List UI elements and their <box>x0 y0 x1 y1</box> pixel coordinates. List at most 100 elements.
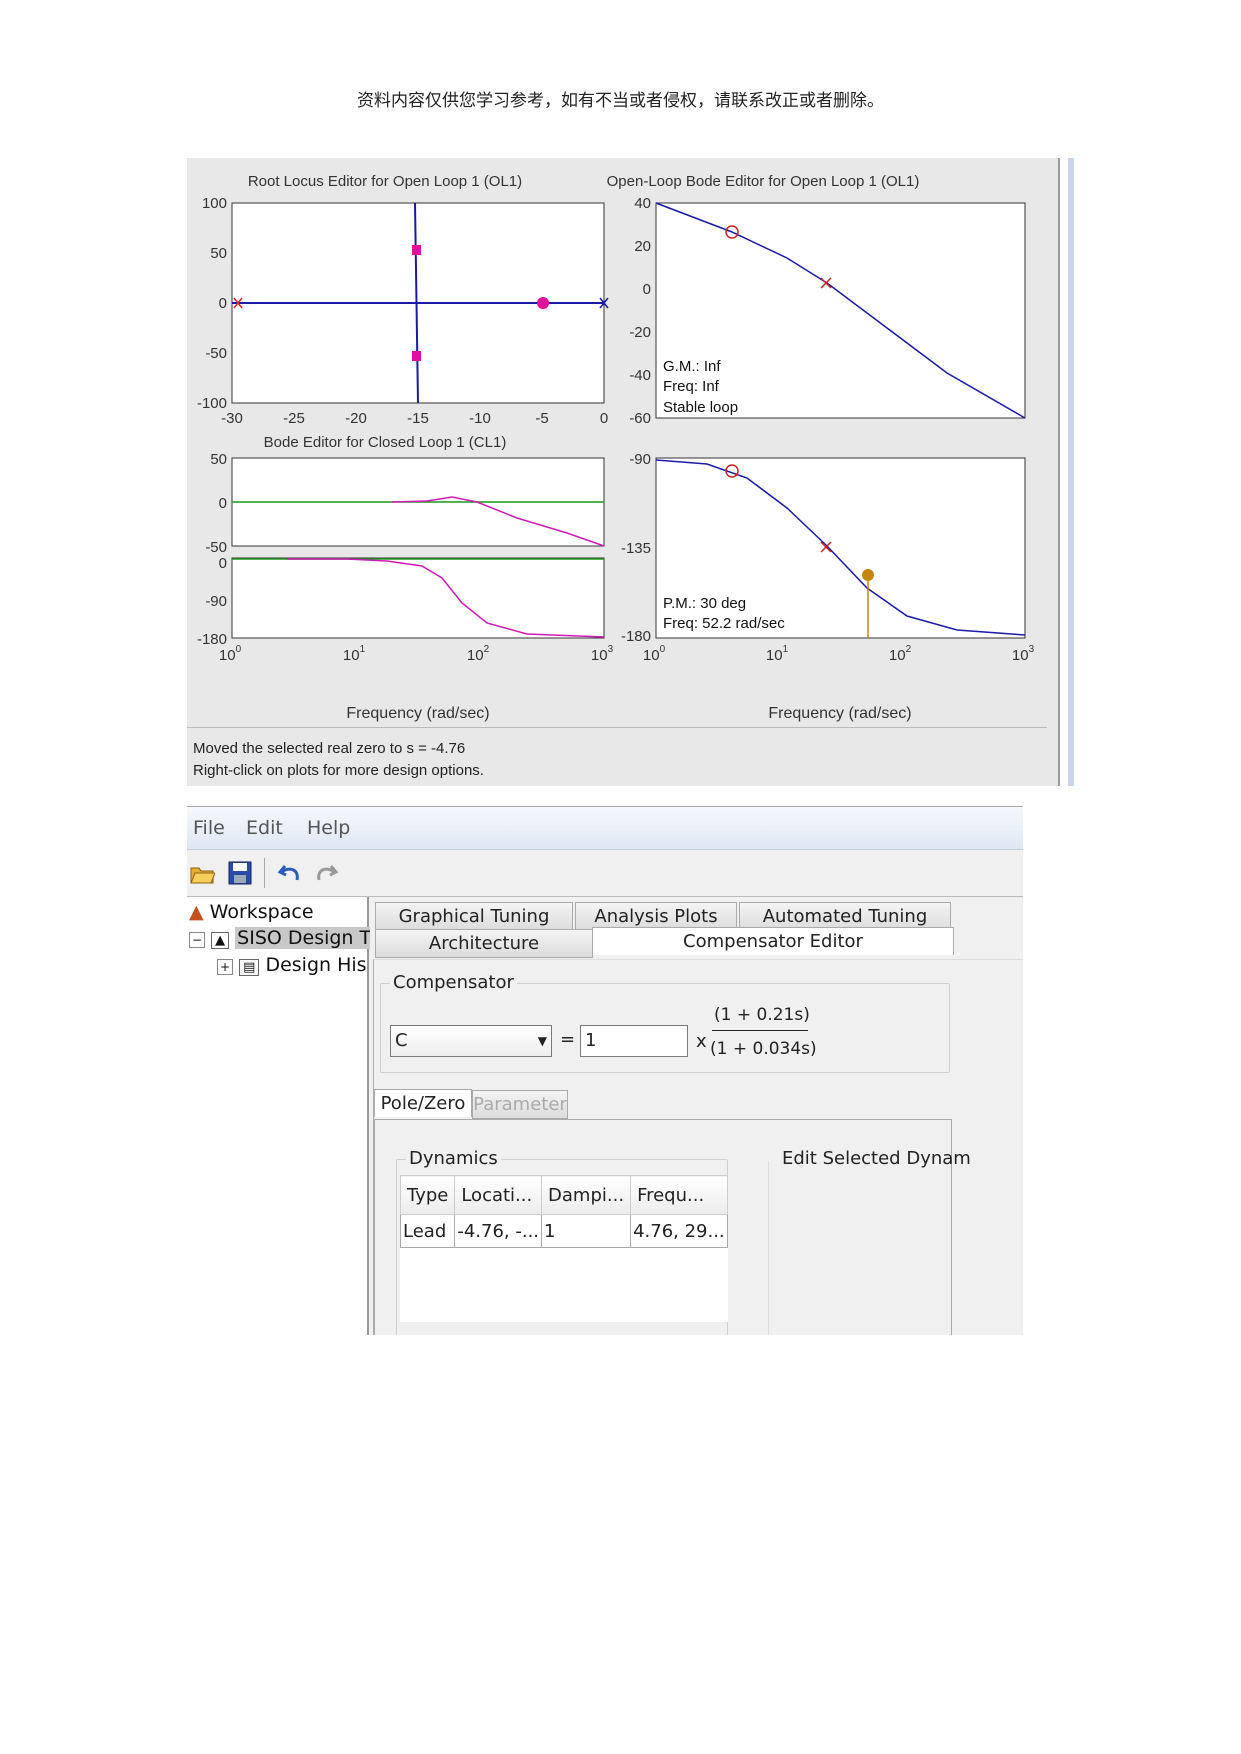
svg-text:-135: -135 <box>621 540 651 557</box>
stability-text: Stable loop <box>663 399 738 416</box>
menu-file[interactable]: File <box>193 817 225 839</box>
col-type[interactable]: Type <box>399 1175 456 1215</box>
main-panel: Graphical Tuning Analysis Plots Automate… <box>370 897 1023 1335</box>
save-icon[interactable] <box>227 860 253 886</box>
svg-text:-25: -25 <box>283 410 305 427</box>
tab-graphical-tuning[interactable]: Graphical Tuning <box>375 902 573 931</box>
cl-pole-lower <box>412 351 421 361</box>
pm-text: P.M.: 30 deg <box>663 595 746 612</box>
cl-freq-ticks: 100 101 102 103 <box>219 644 614 664</box>
svg-text:100: 100 <box>202 195 227 212</box>
ol-freq-ticks: 100 101 102 103 <box>643 644 1035 664</box>
menu-bar: File Edit Help <box>187 807 1023 850</box>
gain-input[interactable]: 1 <box>580 1025 688 1057</box>
undo-icon[interactable] <box>277 860 303 886</box>
svg-text:-90: -90 <box>205 593 227 610</box>
pm-marker <box>862 569 874 581</box>
svg-text:103: 103 <box>1012 644 1035 664</box>
cl-bode-phase-axes <box>231 557 605 639</box>
ol-xlabel: Frequency (rad/sec) <box>768 705 911 722</box>
tab-compensator-editor[interactable]: Compensator Editor <box>592 927 954 955</box>
svg-text:-60: -60 <box>629 410 651 427</box>
root-locus-xticks: -30 -25 -20 -15 -10 -5 0 <box>221 410 608 427</box>
svg-text:-90: -90 <box>629 451 651 468</box>
root-locus-yticks: 100 50 0 -50 -100 <box>197 195 227 412</box>
svg-text:0: 0 <box>600 410 608 427</box>
svg-text:0: 0 <box>219 555 227 572</box>
matlab-icon: ▲ <box>189 901 204 923</box>
table-row[interactable]: Lead -4.76, -... 1 4.76, 29... <box>399 1214 728 1248</box>
figure-window-edge <box>1058 158 1076 786</box>
status-line-2: Right-click on plots for more design opt… <box>193 762 484 779</box>
tree-node-history[interactable]: + ▤ Design His <box>217 954 367 976</box>
edit-selected-dynamics-label: Edit Selected Dynam <box>782 1148 971 1169</box>
ol-bode-title: Open-Loop Bode Editor for Open Loop 1 (O… <box>607 173 920 190</box>
pm-freq: Freq: 52.2 rad/sec <box>663 615 785 632</box>
svg-text:-180: -180 <box>197 631 227 648</box>
svg-text:40: 40 <box>634 195 651 212</box>
svg-text:103: 103 <box>591 644 614 664</box>
open-icon[interactable] <box>189 860 215 886</box>
cl-pole-upper <box>412 245 421 255</box>
expand-icon[interactable]: + <box>217 959 234 975</box>
menu-edit[interactable]: Edit <box>246 817 283 839</box>
cl-bode-title: Bode Editor for Closed Loop 1 (CL1) <box>264 434 507 451</box>
workspace-tree: ▲ Workspace − ▲ SISO Design T + ▤ Design… <box>187 897 374 1335</box>
svg-text:-40: -40 <box>629 367 651 384</box>
svg-text:102: 102 <box>889 644 912 664</box>
svg-text:-5: -5 <box>535 410 548 427</box>
svg-text:-10: -10 <box>469 410 491 427</box>
svg-text:101: 101 <box>343 644 366 664</box>
gm-text: G.M.: Inf <box>663 358 721 375</box>
tree-node-workspace[interactable]: ▲ Workspace <box>189 901 314 923</box>
svg-text:0: 0 <box>643 281 651 298</box>
redo-icon[interactable] <box>313 860 339 886</box>
svg-text:-20: -20 <box>345 410 367 427</box>
svg-text:100: 100 <box>643 644 666 664</box>
col-location[interactable]: Locati... <box>454 1175 543 1215</box>
svg-text:-50: -50 <box>205 345 227 362</box>
compensator-legend: Compensator <box>390 972 517 993</box>
svg-text:0: 0 <box>219 495 227 512</box>
history-folder-icon: ▤ <box>239 959 260 976</box>
collapse-icon[interactable]: − <box>189 932 206 948</box>
zero-marker <box>537 297 549 309</box>
menu-help[interactable]: Help <box>307 817 350 839</box>
svg-text:101: 101 <box>766 644 789 664</box>
cl-xlabel: Frequency (rad/sec) <box>346 705 489 722</box>
status-bar: Moved the selected real zero to s = -4.7… <box>187 727 1047 788</box>
tf-numerator: (1 + 0.21s) <box>714 1005 810 1025</box>
tab-parameter: Parameter <box>472 1090 568 1119</box>
status-line-1: Moved the selected real zero to s = -4.7… <box>193 740 466 757</box>
svg-text:50: 50 <box>210 451 227 468</box>
svg-text:0: 0 <box>219 295 227 312</box>
svg-text:-20: -20 <box>629 324 651 341</box>
svg-text:-180: -180 <box>621 628 651 645</box>
page-header-notice: 资料内容仅供您学习参考，如有不当或者侵权，请联系改正或者删除。 <box>357 91 884 111</box>
tab-pole-zero[interactable]: Pole/Zero <box>374 1089 472 1117</box>
siso-doc-icon: ▲ <box>211 932 230 949</box>
svg-text:-15: -15 <box>407 410 429 427</box>
svg-text:-50: -50 <box>205 539 227 556</box>
tab-architecture[interactable]: Architecture <box>375 929 593 958</box>
gm-freq: Freq: Inf <box>663 378 720 395</box>
plots-svg[interactable]: Root Locus Editor for Open Loop 1 (OL1) … <box>187 158 1071 728</box>
svg-text:20: 20 <box>634 238 651 255</box>
dynamics-table: Type Locati... Dampi... Frequ... Lead -4… <box>399 1175 728 1322</box>
siso-task-window: File Edit Help ▲ Workspace − ▲ SISO Desi… <box>187 806 1023 1335</box>
tree-node-siso[interactable]: − ▲ SISO Design T <box>189 927 374 949</box>
siso-figure: Root Locus Editor for Open Loop 1 (OL1) … <box>187 158 1071 786</box>
svg-text:50: 50 <box>210 245 227 262</box>
svg-text:-30: -30 <box>221 410 243 427</box>
dynamics-legend: Dynamics <box>406 1148 501 1169</box>
chevron-down-icon: ▼ <box>537 1034 547 1048</box>
col-damping[interactable]: Dampi... <box>541 1175 632 1215</box>
compensator-select[interactable]: C ▼ <box>390 1025 552 1057</box>
root-locus-title: Root Locus Editor for Open Loop 1 (OL1) <box>248 173 522 190</box>
svg-text:102: 102 <box>467 644 490 664</box>
svg-text:100: 100 <box>219 644 242 664</box>
toolbar <box>187 850 1023 897</box>
table-header-row: Type Locati... Dampi... Frequ... <box>399 1175 728 1215</box>
tf-denominator: (1 + 0.034s) <box>710 1039 817 1059</box>
col-frequency[interactable]: Frequ... <box>630 1175 728 1215</box>
